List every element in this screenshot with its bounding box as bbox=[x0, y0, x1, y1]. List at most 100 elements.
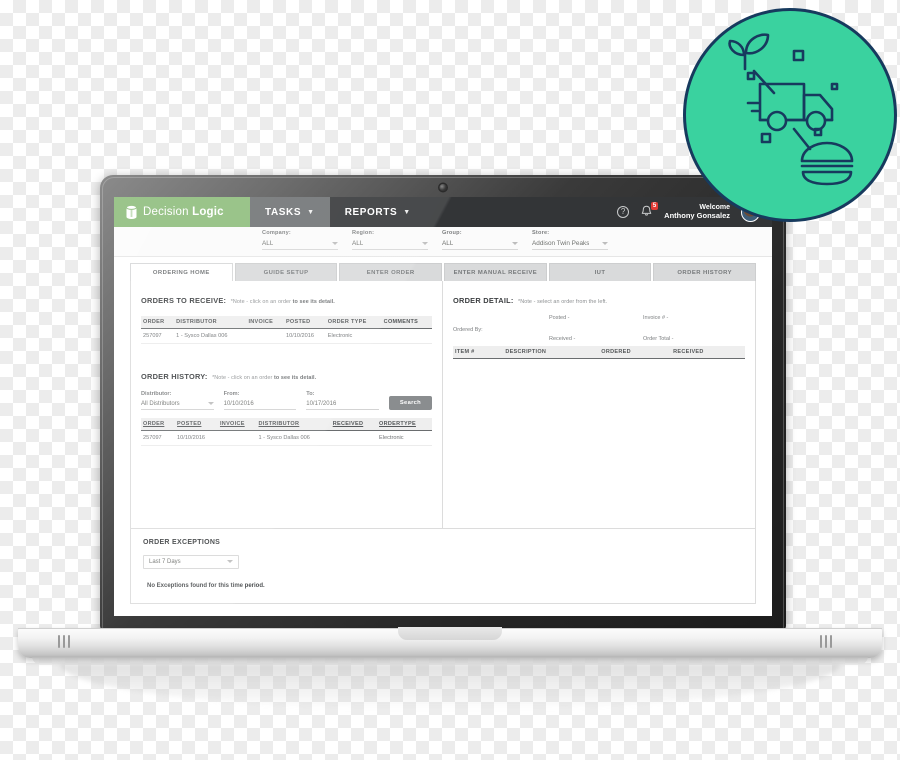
filter-bar: Company: ALL Region: ALL Group: ALL Stor… bbox=[114, 227, 772, 257]
order-total-label: Order Total - bbox=[643, 336, 674, 342]
nav-tasks[interactable]: TASKS ▼ bbox=[250, 197, 330, 227]
col-distributor[interactable]: DISTRIBUTOR bbox=[174, 316, 247, 329]
history-to-field[interactable]: To: 10/17/2016 bbox=[306, 391, 379, 410]
invoice-number-label: Invoice # - bbox=[643, 315, 669, 321]
order-history-controls: Distributor: All Distributors From: 10/1… bbox=[141, 391, 433, 410]
col-posted[interactable]: POSTED bbox=[283, 316, 326, 329]
tab-enter-manual-receive[interactable]: ENTER MANUAL RECEIVE bbox=[444, 263, 547, 281]
received-label: Received - bbox=[549, 336, 576, 342]
tab-order-history[interactable]: ORDER HISTORY bbox=[653, 263, 757, 281]
notification-bell-icon[interactable]: 5 bbox=[640, 202, 659, 219]
col-item-number[interactable]: ITEM # bbox=[453, 346, 504, 359]
motion-line-upper bbox=[752, 69, 776, 95]
col-received[interactable]: RECEIVED bbox=[330, 418, 378, 431]
cell-distributor: 1 - Sysco Dallas 006 bbox=[256, 430, 331, 446]
filter-company-label: Company: bbox=[262, 230, 291, 236]
col-ordered[interactable]: ORDERED bbox=[599, 346, 672, 359]
filter-group-value: ALL bbox=[442, 240, 454, 247]
order-exceptions-title: ORDER EXCEPTIONS bbox=[143, 539, 221, 546]
order-history-header: ORDER HISTORY: *Note - click on an order… bbox=[141, 366, 432, 384]
note-bold: to see its detail. bbox=[274, 375, 317, 381]
panel-order-detail: ORDER DETAIL: *Note - select an order fr… bbox=[443, 281, 755, 528]
history-from-value: 10/10/2016 bbox=[223, 401, 254, 407]
history-to-label: To: bbox=[306, 391, 315, 397]
table-header-row: ITEM # DESCRIPTION ORDERED RECEIVED bbox=[453, 346, 745, 359]
table-row[interactable]: 257097 10/10/2016 1 - Sysco Dallas 006 E… bbox=[141, 430, 432, 446]
col-order[interactable]: ORDER bbox=[141, 316, 175, 329]
screenshot-stage: Decision Logic TASKS ▼ REPORTS ▼ ? 5 Wel… bbox=[0, 0, 900, 760]
laptop-lid: Decision Logic TASKS ▼ REPORTS ▼ ? 5 Wel… bbox=[100, 175, 786, 630]
orders-to-receive-note: *Note - click on an order to see its det… bbox=[231, 299, 335, 305]
cell-order: 257097 bbox=[141, 430, 176, 446]
filter-company-value: ALL bbox=[262, 240, 274, 247]
tab-enter-order[interactable]: ENTER ORDER bbox=[339, 263, 443, 281]
logo-word-bold: Logic bbox=[192, 206, 224, 218]
webcam-icon bbox=[439, 184, 447, 191]
col-posted[interactable]: POSTED bbox=[175, 418, 218, 431]
filter-group[interactable]: Group: ALL bbox=[442, 230, 518, 250]
history-from-field[interactable]: From: 10/10/2016 bbox=[223, 391, 297, 410]
order-detail-table: ITEM # DESCRIPTION ORDERED RECEIVED bbox=[453, 346, 745, 359]
exceptions-empty-message: No Exceptions found for this time period… bbox=[147, 583, 265, 589]
burger-icon bbox=[800, 141, 854, 186]
decor-square-4 bbox=[760, 132, 772, 144]
vent-left-icon bbox=[58, 635, 80, 648]
help-icon-glyph: ? bbox=[620, 207, 626, 216]
posted-label: Posted - bbox=[549, 315, 570, 321]
nav-tasks-label: TASKS bbox=[265, 206, 302, 218]
order-history-table: ORDER POSTED INVOICE DISTRIBUTOR RECEIVE… bbox=[141, 418, 432, 446]
col-invoice[interactable]: INVOICE bbox=[217, 418, 257, 431]
order-detail-header: ORDER DETAIL: *Note - select an order fr… bbox=[453, 290, 745, 308]
col-order-type[interactable]: ORDER TYPE bbox=[325, 316, 382, 329]
order-detail-note: *Note - select an order from the left. bbox=[518, 299, 608, 305]
order-detail-meta: Ordered By: Posted - Received - Invoice … bbox=[453, 314, 745, 344]
col-distributor[interactable]: DISTRIBUTOR bbox=[256, 418, 331, 431]
table-header-row: ORDER POSTED INVOICE DISTRIBUTOR RECEIVE… bbox=[141, 418, 432, 431]
col-comments[interactable]: COMMENTS bbox=[381, 316, 432, 329]
col-ordertype[interactable]: ORDERTYPE bbox=[377, 418, 432, 431]
vent-right-icon bbox=[820, 635, 842, 648]
history-from-label: From: bbox=[223, 391, 240, 397]
badge-illustration bbox=[728, 33, 854, 186]
history-to-value: 10/17/2016 bbox=[306, 401, 337, 407]
filter-store-label: Store: bbox=[532, 230, 550, 236]
nav-reports[interactable]: REPORTS ▼ bbox=[330, 197, 426, 227]
tab-guide-setup[interactable]: GUIDE SETUP bbox=[234, 263, 338, 281]
notification-count-badge: 5 bbox=[650, 202, 659, 210]
note-prefix: *Note - click on an order bbox=[230, 299, 293, 305]
col-received[interactable]: RECEIVED bbox=[671, 346, 745, 359]
ordered-by-label: Ordered By: bbox=[453, 327, 483, 333]
order-detail-title: ORDER DETAIL: bbox=[453, 296, 514, 305]
app-topbar: Decision Logic TASKS ▼ REPORTS ▼ ? 5 Wel… bbox=[114, 197, 772, 227]
panels-row: ORDERS TO RECEIVE: *Note - click on an o… bbox=[130, 281, 756, 529]
history-distributor-select[interactable]: Distributor: All Distributors bbox=[141, 391, 214, 410]
cell-ordertype: Electronic bbox=[377, 430, 432, 446]
orders-to-receive-header: ORDERS TO RECEIVE: *Note - click on an o… bbox=[141, 290, 432, 308]
note-bold: to see its detail. bbox=[292, 299, 335, 305]
history-distributor-label: Distributor: bbox=[141, 391, 172, 397]
filter-company[interactable]: Company: ALL bbox=[262, 230, 338, 250]
order-history-title: ORDER HISTORY: bbox=[141, 372, 208, 381]
search-button[interactable]: Search bbox=[388, 396, 433, 410]
filter-store[interactable]: Store: Addison Twin Peaks bbox=[532, 230, 608, 250]
cell-invoice bbox=[246, 328, 284, 344]
decor-square-3 bbox=[830, 82, 839, 91]
col-description[interactable]: DESCRIPTION bbox=[503, 346, 600, 359]
exceptions-range-select[interactable]: Last 7 Days bbox=[143, 555, 239, 569]
panel-orders-left: ORDERS TO RECEIVE: *Note - click on an o… bbox=[131, 281, 443, 528]
laptop-screen: Decision Logic TASKS ▼ REPORTS ▼ ? 5 Wel… bbox=[114, 197, 772, 616]
app-logo[interactable]: Decision Logic bbox=[114, 197, 250, 227]
help-icon[interactable]: ? bbox=[617, 206, 630, 218]
filter-region[interactable]: Region: ALL bbox=[352, 230, 428, 250]
database-cylinder-icon bbox=[125, 204, 138, 220]
chevron-down-icon bbox=[602, 241, 608, 246]
tab-ordering-home[interactable]: ORDERING HOME bbox=[130, 263, 233, 281]
delivery-truck-icon bbox=[746, 82, 834, 132]
orders-to-receive-table: ORDER DISTRIBUTOR INVOICE POSTED ORDER T… bbox=[141, 316, 432, 344]
decor-square-1 bbox=[792, 49, 805, 62]
tab-iut[interactable]: IUT bbox=[548, 263, 652, 281]
table-row[interactable]: 257097 1 - Sysco Dallas 006 10/10/2016 E… bbox=[141, 328, 432, 344]
col-invoice[interactable]: INVOICE bbox=[246, 316, 284, 329]
col-order[interactable]: ORDER bbox=[141, 418, 176, 431]
cell-posted: 10/10/2016 bbox=[283, 328, 326, 344]
